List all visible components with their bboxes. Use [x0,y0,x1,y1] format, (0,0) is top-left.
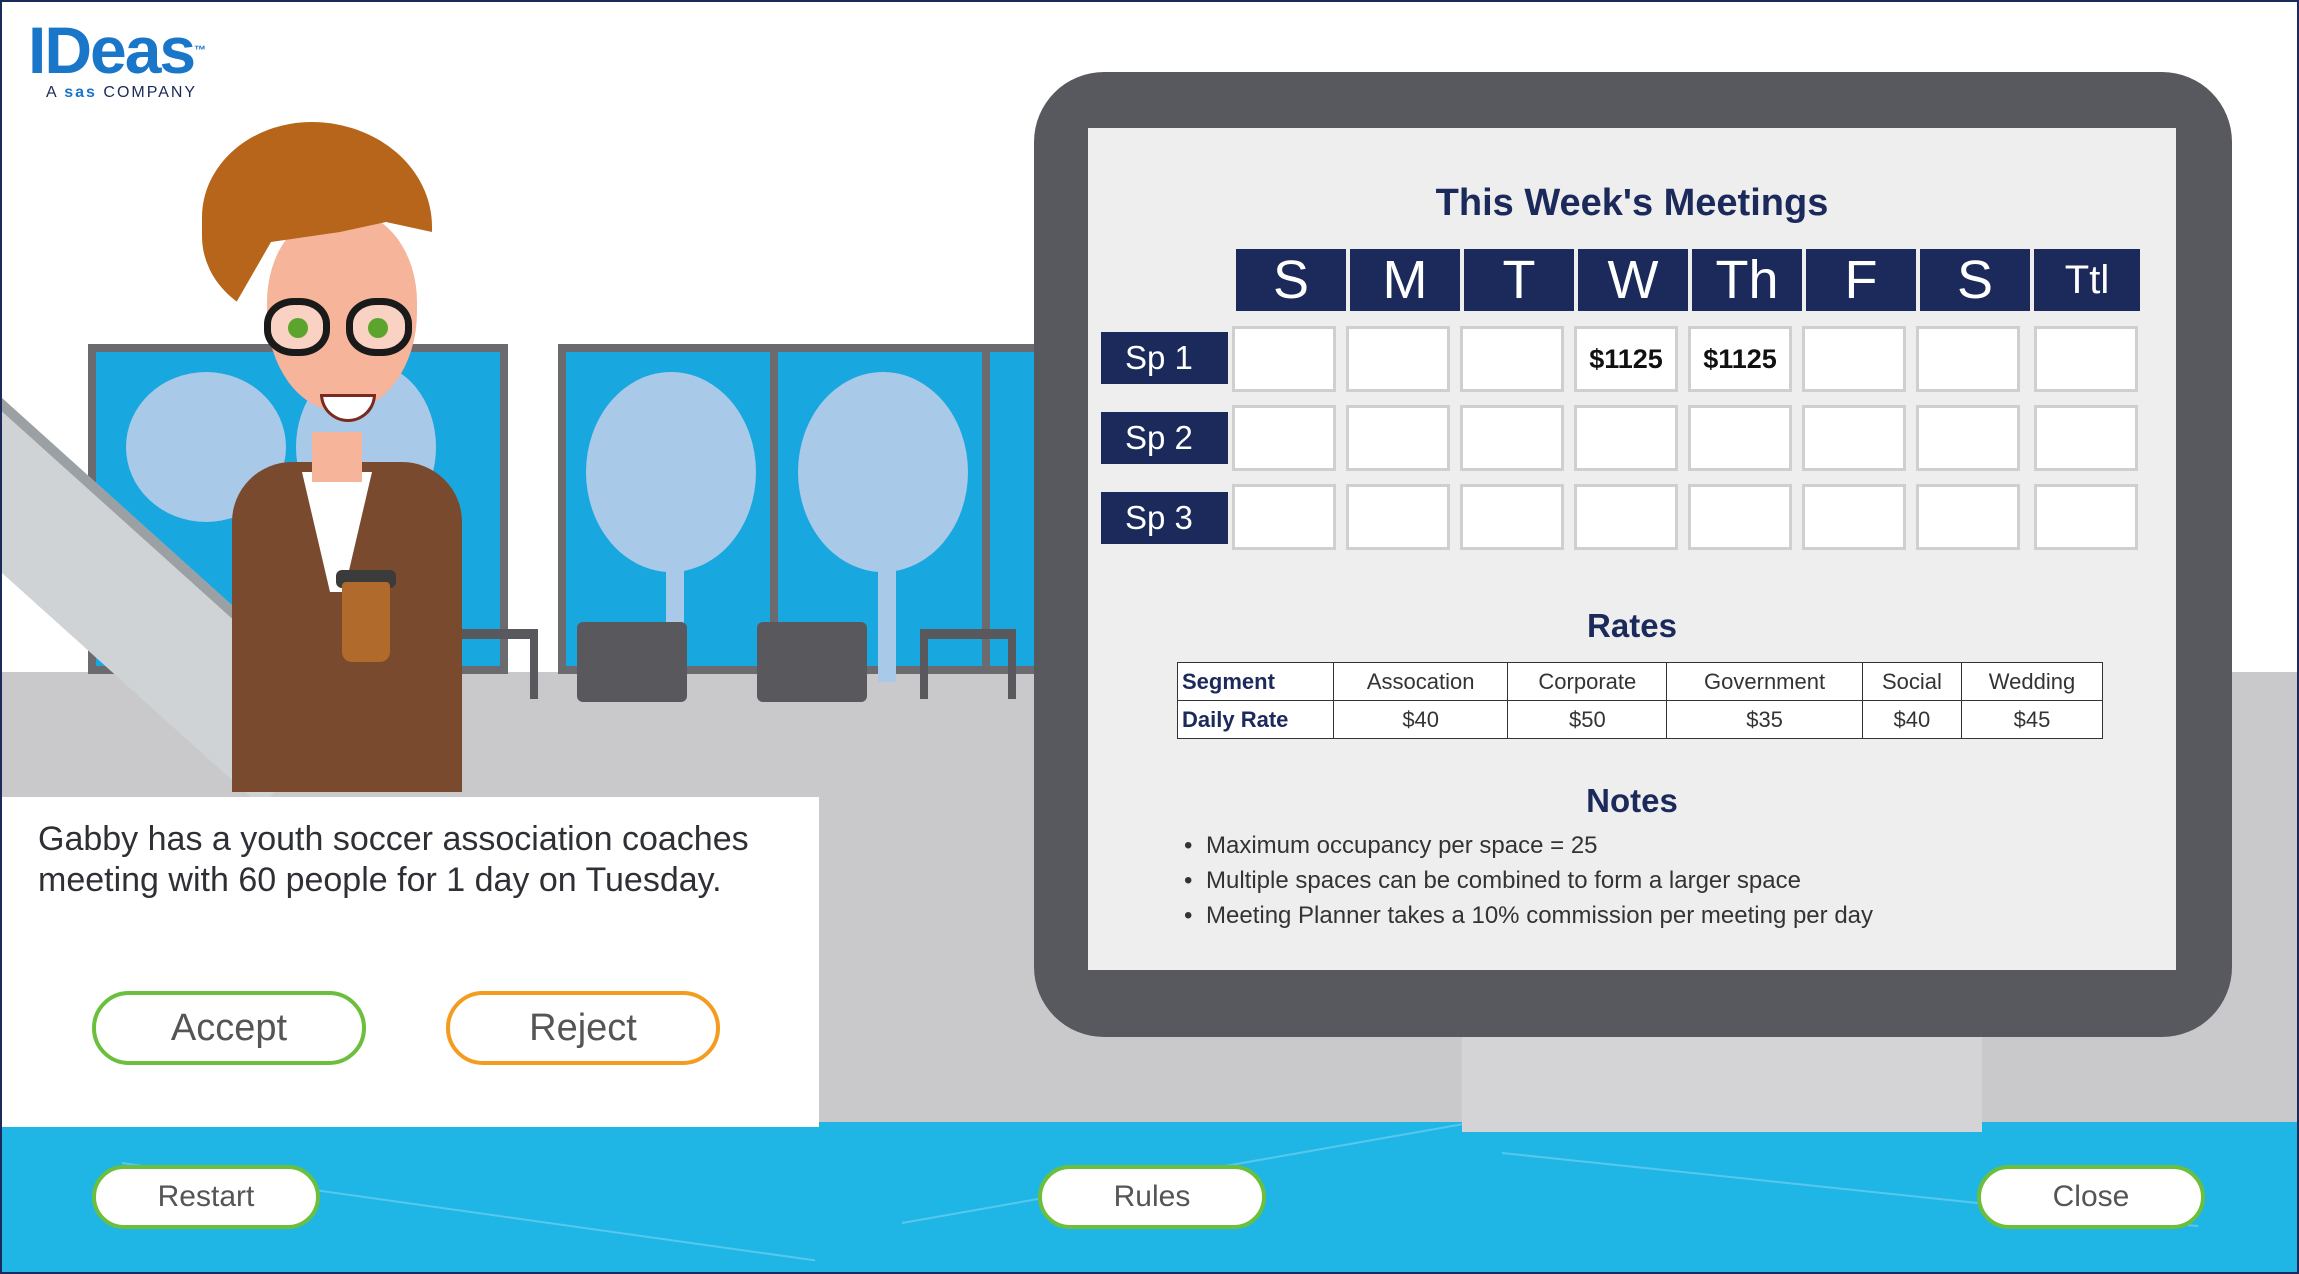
segment-name: Wedding [1961,662,2103,701]
schedule-cell[interactable] [1460,405,1564,471]
scenario-dialog: Gabby has a youth soccer association coa… [2,797,819,1127]
notes-title: Notes [1586,782,1678,819]
schedule-cell[interactable] [1574,405,1678,471]
segment-name: Assocation [1332,662,1509,701]
rate-value: $45 [1961,700,2103,739]
schedule-cell[interactable] [1688,484,1792,550]
restart-button[interactable]: Restart [92,1165,320,1229]
list-item: • Multiple spaces can be combined to form… [1184,867,1801,894]
logo-tagline: A sas COMPANY [46,84,198,101]
total-cell [2034,405,2138,471]
scenario-text: Gabby has a youth soccer association coa… [38,820,749,899]
schedule-cell[interactable] [1460,326,1564,392]
day-header: Th [1692,249,1802,311]
rate-value: $40 [1861,700,1963,739]
schedule-cell[interactable] [1916,326,2020,392]
lounge-chair-right [757,622,867,702]
schedule-cell[interactable] [1346,405,1450,471]
schedule-cell[interactable]: $1125 [1574,326,1678,392]
rate-value: $50 [1507,700,1668,739]
schedule-cell[interactable] [1574,484,1678,550]
rates-title: Rates [1587,607,1677,644]
schedule-cell[interactable] [1802,405,1906,471]
segment-name: Government [1666,662,1863,701]
list-item: • Meeting Planner takes a 10% commission … [1184,902,1874,929]
schedule-cell[interactable] [1802,484,1906,550]
rates-table: Segment Assocation Corporate Government … [1177,662,2103,739]
schedule-cell[interactable] [1460,484,1564,550]
list-item: • Maximum occupancy per space = 25 [1184,832,1598,859]
schedule-cell[interactable] [1346,484,1450,550]
segment-name: Corporate [1507,662,1668,701]
schedule-cell[interactable] [1232,484,1336,550]
game-frame: IDeas™ A sas COMPANY Gabby has a youth s… [0,0,2299,1274]
schedule-cell[interactable] [1688,405,1792,471]
accept-button[interactable]: Accept [92,991,366,1065]
table-row: Daily Rate $40 $50 $35 $40 $45 [1177,700,2103,739]
side-table-right [920,629,1016,699]
schedule-cell[interactable] [1916,484,2020,550]
schedule-cell[interactable] [1232,326,1336,392]
space-row-label: Sp 3 [1101,492,1228,544]
total-cell [2034,326,2138,392]
reject-button[interactable]: Reject [446,991,720,1065]
space-row-label: Sp 1 [1101,332,1228,384]
segment-name: Social [1861,662,1963,701]
rate-value: $35 [1666,700,1863,739]
day-header: S [1236,249,1346,311]
logo-wordmark: IDeas [28,13,196,87]
table-row: Segment Assocation Corporate Government … [1177,662,2103,701]
day-header: M [1350,249,1460,311]
day-header: T [1464,249,1574,311]
rules-button[interactable]: Rules [1038,1165,1266,1229]
day-header: W [1578,249,1688,311]
meetings-title: This Week's Meetings [1435,182,1829,224]
notes-list: • Maximum occupancy per space = 25 • Multi… [1184,828,1873,933]
day-header: F [1806,249,1916,311]
lounge-chair-left [577,622,687,702]
schedule-cell[interactable]: $1125 [1688,326,1792,392]
daily-rate-header: Daily Rate [1177,700,1334,739]
rate-value: $40 [1332,700,1509,739]
total-cell [2034,484,2138,550]
schedule-cell[interactable] [1346,326,1450,392]
total-header: Ttl [2034,249,2140,311]
day-header: S [1920,249,2030,311]
ideas-logo: IDeas™ A sas COMPANY [28,13,206,101]
segment-header: Segment [1177,662,1334,701]
schedule-cell[interactable] [1916,405,2020,471]
space-row-label: Sp 2 [1101,412,1228,464]
schedule-cell[interactable] [1802,326,1906,392]
schedule-cell[interactable] [1232,405,1336,471]
close-button[interactable]: Close [1977,1165,2205,1229]
